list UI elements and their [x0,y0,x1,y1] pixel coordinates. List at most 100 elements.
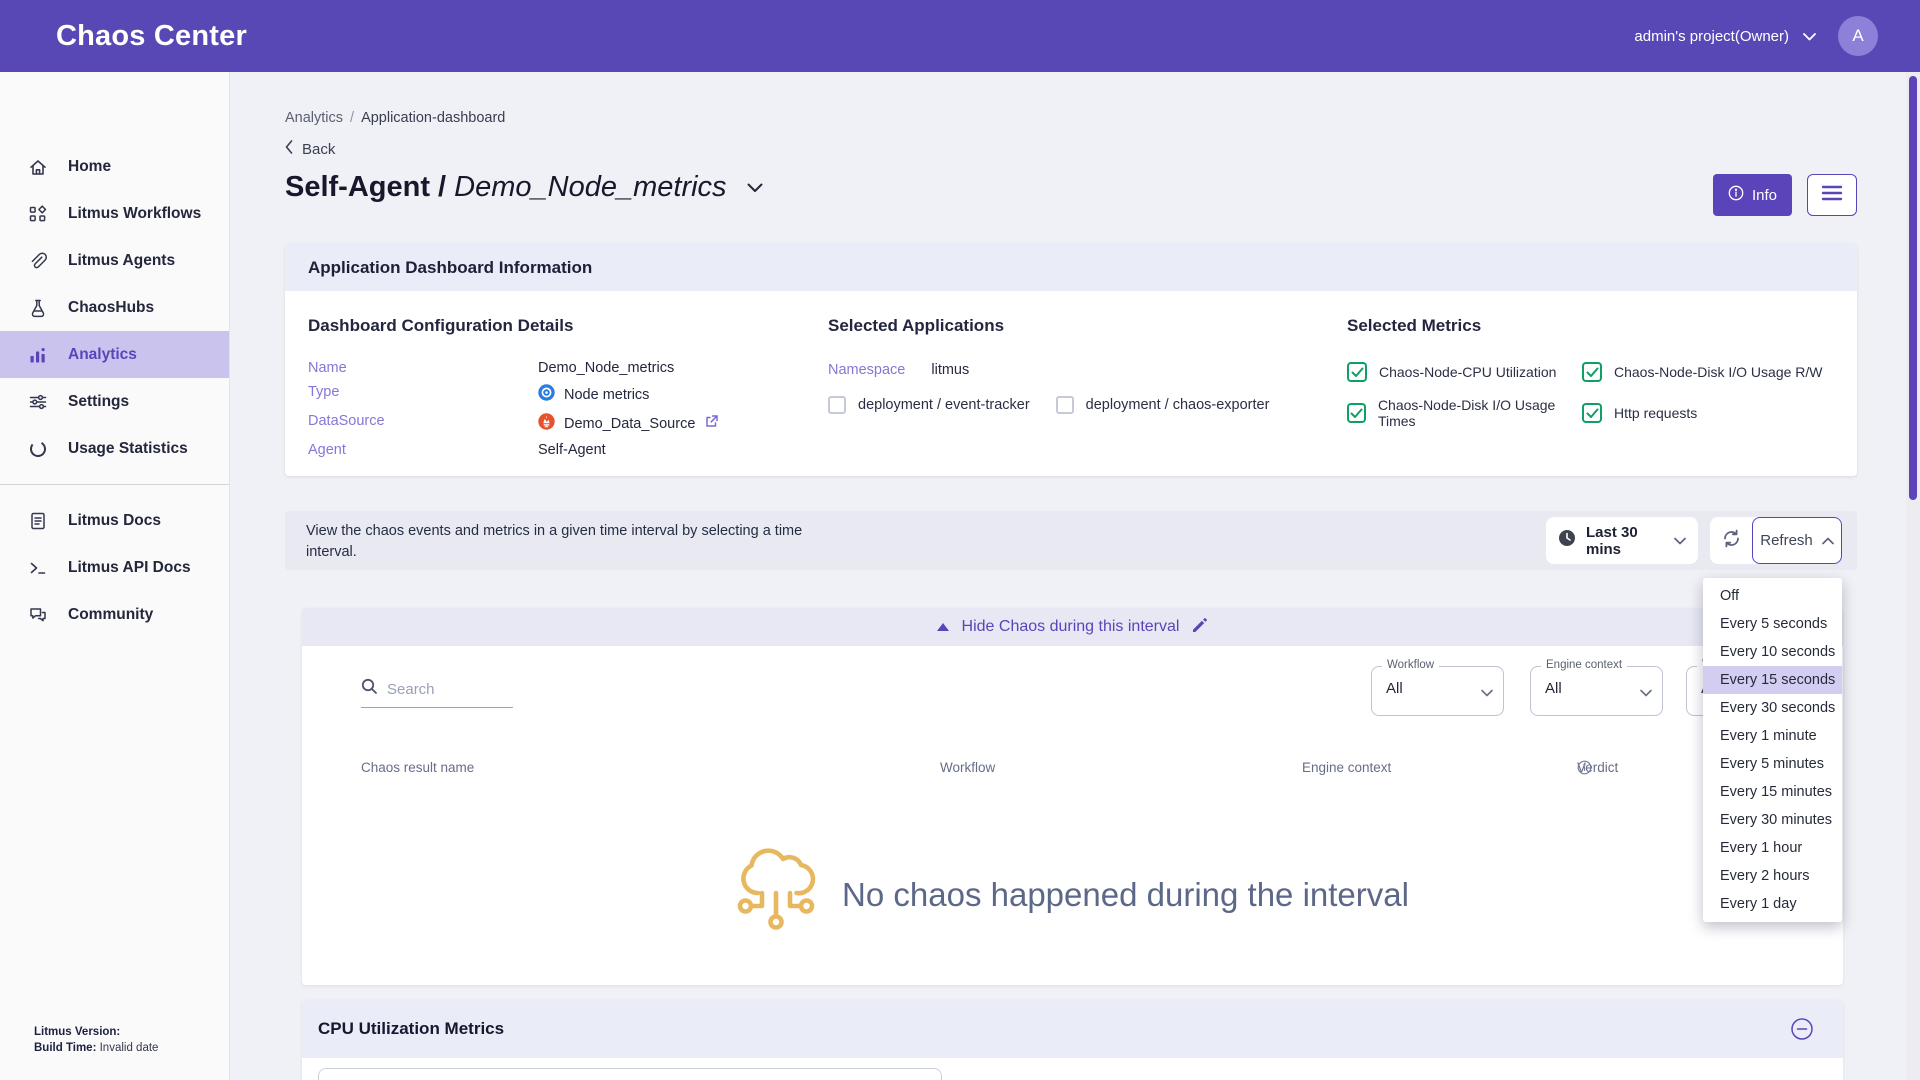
info-button[interactable]: Info [1713,174,1792,216]
sidebar-item-litmus-workflows[interactable]: Litmus Workflows [0,190,229,237]
avatar[interactable]: A [1838,16,1878,56]
cpu-utilization-header: CPU Utilization Metrics [302,1000,1843,1058]
chevron-down-icon [1640,684,1652,702]
interval-selector-bar: View the chaos events and metrics in a g… [285,511,1857,570]
sync-icon [1721,528,1742,554]
sidebar-item-label: Litmus Docs [68,512,161,530]
sliders-icon [28,392,48,412]
menu-item-every-5-minutes[interactable]: Every 5 minutes [1703,750,1842,778]
sidebar-item-litmus-docs[interactable]: Litmus Docs [0,497,229,544]
menu-item-off[interactable]: Off [1703,582,1842,610]
engine-context-filter-select[interactable]: Engine context All [1530,666,1663,716]
hide-chaos-toggle[interactable]: Hide Chaos during this interval [302,608,1843,646]
chevron-down-icon [1674,532,1686,550]
menu-item-every-5-seconds[interactable]: Every 5 seconds [1703,610,1842,638]
sync-button[interactable] [1710,517,1752,564]
home-icon [28,157,48,177]
scrollbar-thumb[interactable] [1909,76,1917,500]
sidebar-item-label: Litmus Agents [68,252,175,270]
chevron-down-icon [1481,684,1493,702]
menu-item-every-15-minutes[interactable]: Every 15 minutes [1703,778,1842,806]
sidebar-item-chaoshubs[interactable]: ChaosHubs [0,284,229,331]
sidebar-nav: Home Litmus Workflows Litmus Agents Chao… [0,72,229,638]
sidebar-item-label: ChaosHubs [68,299,154,317]
menu-item-every-2-hours[interactable]: Every 2 hours [1703,862,1842,890]
workflow-filter-label: Workflow [1382,659,1439,671]
menu-item-every-1-hour[interactable]: Every 1 hour [1703,834,1842,862]
sidebar-item-litmus-agents[interactable]: Litmus Agents [0,237,229,284]
title-dashboard-name: Demo_Node_metrics [454,171,726,203]
checkbox-unchecked-icon [828,396,846,414]
page-title: Self-Agent / Demo_Node_metrics [285,171,727,204]
selected-applications-title: Selected Applications [828,316,1269,336]
menu-item-every-30-minutes[interactable]: Every 30 minutes [1703,806,1842,834]
collapse-section-button[interactable] [1789,1016,1815,1042]
verdict-info-icon[interactable] [1577,760,1592,775]
menu-item-every-1-day[interactable]: Every 1 day [1703,890,1842,918]
title-agent: Self-Agent / [285,171,454,203]
menu-item-every-15-seconds[interactable]: Every 15 seconds [1703,666,1842,694]
workflow-filter-select[interactable]: Workflow All [1371,666,1504,716]
refresh-dropdown-button[interactable]: Refresh [1752,517,1842,564]
title-actions: Info [1713,174,1857,216]
dashboard-menu-button[interactable] [1807,174,1857,216]
column-chaos-result-name: Chaos result name [361,760,474,775]
breadcrumb-analytics[interactable]: Analytics [285,110,343,126]
search-input[interactable] [387,681,497,698]
clock-icon [1558,529,1576,552]
terminal-icon [28,558,48,578]
config-type-label: Type [308,384,538,405]
sidebar-item-label: Litmus API Docs [68,559,191,577]
menu-item-every-30-seconds[interactable]: Every 30 seconds [1703,694,1842,722]
config-datasource-value: Demo_Data_Source [538,413,719,434]
time-range-dropdown[interactable]: Last 30 mins [1546,517,1698,564]
configuration-details-column: Dashboard Configuration Details Name Dem… [308,316,719,458]
sidebar-item-label: Community [68,606,153,624]
cloud-network-icon [736,846,816,943]
checkbox-chaos-exporter[interactable]: deployment / chaos-exporter [1056,396,1270,414]
engine-context-filter-value: All [1545,680,1562,697]
config-agent-value: Self-Agent [538,442,719,458]
metric-checkbox-cpu[interactable]: Chaos-Node-CPU Utilization [1347,362,1582,382]
sidebar-item-usage-statistics[interactable]: Usage Statistics [0,425,229,472]
sidebar-item-community[interactable]: Community [0,591,229,638]
menu-item-every-10-seconds[interactable]: Every 10 seconds [1703,638,1842,666]
build-time-label: Build Time: [34,1042,96,1054]
app-title: Chaos Center [56,20,247,53]
metric-checkbox-http[interactable]: Http requests [1582,397,1823,429]
table-header-row: Chaos result name Workflow Engine contex… [302,760,1843,780]
hide-chaos-label: Hide Chaos during this interval [962,618,1180,636]
paperclip-icon [28,251,48,271]
sidebar-item-home[interactable]: Home [0,143,229,190]
checkbox-checked-icon [1582,362,1602,382]
build-time-value: Invalid date [100,1042,159,1054]
selected-metrics-column: Selected Metrics Chaos-Node-CPU Utilizat… [1347,316,1823,429]
topbar-right: admin's project(Owner) A [1634,16,1878,56]
sidebar-item-label: Usage Statistics [68,440,188,458]
sidebar-item-label: Analytics [68,346,137,364]
bar-chart-icon [28,345,48,365]
config-name-value: Demo_Node_metrics [538,360,719,376]
metric-checkbox-disk-rw[interactable]: Chaos-Node-Disk I/O Usage R/W [1582,362,1823,382]
sidebar-item-settings[interactable]: Settings [0,378,229,425]
sidebar-item-label: Home [68,158,111,176]
project-dropdown[interactable]: admin's project(Owner) [1634,28,1816,45]
breadcrumb-application-dashboard[interactable]: Application-dashboard [361,110,505,126]
column-workflow: Workflow [940,760,995,775]
title-chevron-down-icon[interactable] [747,183,763,193]
node-metrics-icon [538,384,555,405]
external-link-icon[interactable] [704,414,719,433]
top-bar: Chaos Center admin's project(Owner) A [0,0,1920,72]
chevron-up-icon [1822,532,1834,549]
edit-pencil-icon[interactable] [1192,617,1208,638]
metric-checkbox-disk-times[interactable]: Chaos-Node-Disk I/O Usage Times [1347,397,1582,429]
checkbox-event-tracker[interactable]: deployment / event-tracker [828,396,1030,414]
chat-bubbles-icon [28,605,48,625]
dashboard-information-title: Application Dashboard Information [308,258,592,278]
main-content: Analytics / Application-dashboard Back S… [230,72,1920,1080]
sidebar-item-litmus-api-docs[interactable]: Litmus API Docs [0,544,229,591]
dashboard-information-header: Application Dashboard Information [285,244,1857,291]
sidebar-item-analytics[interactable]: Analytics [0,331,229,378]
back-button[interactable]: Back [285,140,355,158]
menu-item-every-1-minute[interactable]: Every 1 minute [1703,722,1842,750]
